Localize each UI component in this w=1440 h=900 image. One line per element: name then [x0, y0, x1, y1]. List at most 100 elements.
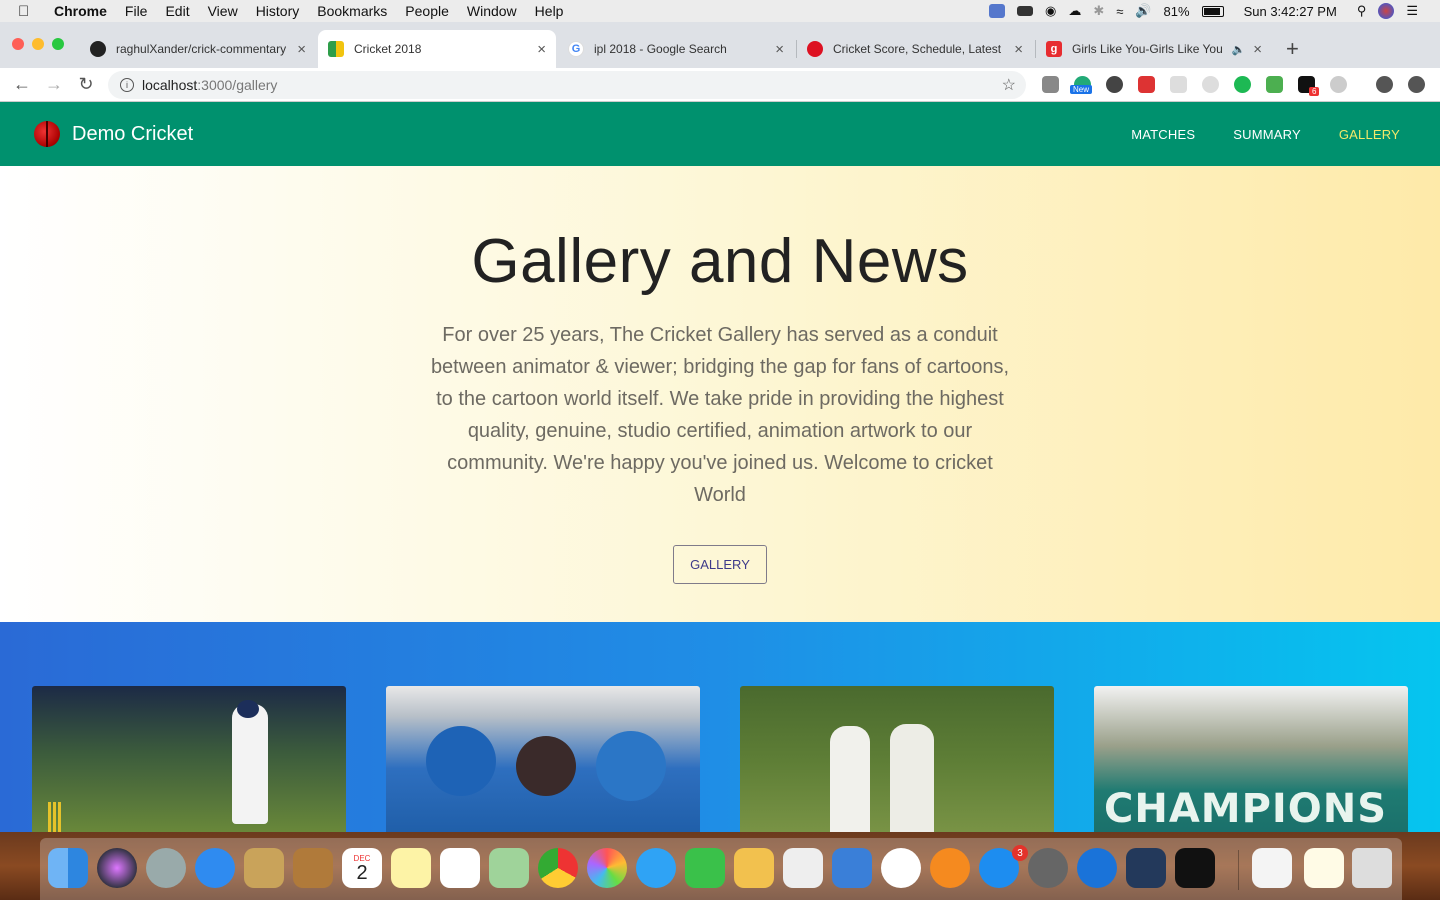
notes-document-icon[interactable] — [1304, 848, 1344, 888]
gallery-card-test-match[interactable] — [740, 686, 1054, 832]
calendar-icon[interactable]: DEC 2 — [342, 848, 382, 888]
gallery-button[interactable]: GALLERY — [673, 545, 767, 584]
status-app-icon[interactable] — [988, 4, 1005, 18]
menu-file[interactable]: File — [125, 3, 148, 19]
zoom-window-button[interactable] — [52, 38, 64, 50]
address-bar[interactable]: i localhost:3000/gallery ☆ — [108, 71, 1026, 99]
menu-people[interactable]: People — [405, 3, 449, 19]
apple-menu-icon[interactable]:  — [18, 3, 36, 20]
url-path: :3000/gallery — [197, 77, 278, 93]
macos-menu-bar:  Chrome File Edit View History Bookmark… — [0, 0, 1440, 22]
grey-extension-icon[interactable] — [1202, 76, 1219, 93]
player-head — [596, 731, 666, 801]
tab-label: Cricket Score, Schedule, Latest — [833, 42, 1002, 56]
close-tab-icon[interactable]: × — [1014, 41, 1023, 58]
close-window-button[interactable] — [12, 38, 24, 50]
teamviewer-icon[interactable] — [1077, 848, 1117, 888]
profile-avatar[interactable] — [1376, 76, 1393, 93]
circle-extension-icon[interactable] — [1330, 76, 1347, 93]
menu-bookmarks[interactable]: Bookmarks — [317, 3, 387, 19]
minimize-window-button[interactable] — [32, 38, 44, 50]
browser-tab-strip: raghulXander/crick-commentary × Cricket … — [0, 22, 1440, 68]
volume-icon[interactable]: 🔊 — [1135, 3, 1151, 19]
menu-help[interactable]: Help — [535, 3, 564, 19]
clock[interactable]: Sun 3:42:27 PM — [1244, 4, 1337, 19]
nav-matches[interactable]: MATCHES — [1131, 127, 1195, 142]
tab-label: Cricket 2018 — [354, 42, 422, 56]
siri-icon[interactable] — [1378, 3, 1395, 19]
tab-gaana[interactable]: g Girls Like You-Girls Like You 🔈 × — [1036, 30, 1272, 68]
ibooks-icon[interactable] — [930, 848, 970, 888]
terminal-icon[interactable] — [1175, 848, 1215, 888]
close-tab-icon[interactable]: × — [537, 41, 546, 58]
speedometer-extension-icon[interactable] — [1106, 76, 1123, 93]
messages-icon[interactable] — [636, 848, 676, 888]
finder-icon[interactable] — [48, 848, 88, 888]
site-brand[interactable]: Demo Cricket — [72, 123, 193, 146]
reload-icon[interactable]: ↻ — [70, 74, 102, 95]
grammarly-icon[interactable] — [1234, 76, 1251, 93]
system-preferences-icon[interactable] — [1028, 848, 1068, 888]
gallery-card-champions[interactable]: CHAMPIONS — [1094, 686, 1408, 832]
mail-icon[interactable] — [244, 848, 284, 888]
bookmark-star-icon[interactable]: ☆ — [1002, 75, 1016, 95]
contacts-icon[interactable] — [293, 848, 333, 888]
menu-view[interactable]: View — [208, 3, 238, 19]
itunes-icon[interactable] — [881, 848, 921, 888]
menu-history[interactable]: History — [256, 3, 300, 19]
status-sync-icon[interactable]: ◉ — [1045, 3, 1056, 19]
reminders-icon[interactable] — [440, 848, 480, 888]
update-icon[interactable] — [1408, 76, 1425, 93]
document-icon[interactable] — [1252, 848, 1292, 888]
red-extension-icon[interactable] — [1138, 76, 1155, 93]
tab-google-search[interactable]: G ipl 2018 - Google Search × — [558, 30, 794, 68]
trash-icon[interactable] — [1352, 848, 1392, 888]
photos-icon[interactable] — [587, 848, 627, 888]
hero-section: Gallery and News For over 25 years, The … — [0, 166, 1440, 622]
site-info-icon[interactable]: i — [120, 78, 134, 92]
gallery-card-team-huddle[interactable] — [386, 686, 700, 832]
spotlight-search-icon[interactable]: ⚲ — [1357, 3, 1367, 19]
notes-icon[interactable] — [391, 848, 431, 888]
print-extension-icon[interactable] — [1266, 76, 1283, 93]
chrome-icon[interactable] — [538, 848, 578, 888]
extension-badge: 6 — [1309, 87, 1320, 96]
status-drive-icon[interactable] — [1016, 6, 1033, 16]
numbers-icon[interactable] — [783, 848, 823, 888]
close-tab-icon[interactable]: × — [297, 41, 306, 58]
nav-gallery[interactable]: GALLERY — [1339, 127, 1400, 142]
audio-playing-icon[interactable]: 🔈 — [1232, 43, 1246, 56]
back-arrow-icon[interactable]: ← — [6, 74, 38, 95]
camera-extension-icon[interactable] — [1042, 76, 1059, 93]
gallery-card-batsman[interactable] — [32, 686, 346, 832]
battery-icon[interactable] — [1201, 5, 1224, 17]
facetime-icon[interactable] — [685, 848, 725, 888]
pages-icon[interactable] — [734, 848, 774, 888]
status-cloud-icon[interactable]: ☁ — [1068, 3, 1081, 19]
new-tab-button[interactable]: + — [1286, 36, 1299, 62]
maps-icon[interactable] — [489, 848, 529, 888]
forward-arrow-icon[interactable]: → — [38, 74, 70, 95]
menu-app-name[interactable]: Chrome — [54, 3, 107, 19]
wifi-icon[interactable]: ≈ — [1116, 4, 1123, 19]
menu-window[interactable]: Window — [467, 3, 517, 19]
tab-cricket-2018[interactable]: Cricket 2018 × — [318, 30, 556, 68]
launchpad-icon[interactable] — [146, 848, 186, 888]
tab-github[interactable]: raghulXander/crick-commentary × — [80, 30, 316, 68]
browser-toolbar: ← → ↻ i localhost:3000/gallery ☆ New 6 — [0, 68, 1440, 102]
bluetooth-icon[interactable]: ✱ — [1093, 3, 1104, 19]
close-tab-icon[interactable]: × — [775, 41, 784, 58]
cricket-ball-logo-icon[interactable] — [34, 121, 60, 147]
siri-icon[interactable] — [97, 848, 137, 888]
keynote-icon[interactable] — [832, 848, 872, 888]
nav-summary[interactable]: SUMMARY — [1233, 127, 1301, 142]
status-area: ◉ ☁ ✱ ≈ 🔊 81% Sun 3:42:27 PM ⚲ ☰ — [988, 0, 1440, 22]
vscode-icon[interactable] — [1126, 848, 1166, 888]
safari-icon[interactable] — [195, 848, 235, 888]
tab-cricbuzz[interactable]: Cricket Score, Schedule, Latest × — [797, 30, 1033, 68]
notification-center-icon[interactable]: ☰ — [1406, 3, 1418, 19]
site-navbar: Demo Cricket MATCHES SUMMARY GALLERY — [0, 102, 1440, 166]
close-tab-icon[interactable]: × — [1253, 41, 1262, 58]
menu-edit[interactable]: Edit — [165, 3, 189, 19]
json-extension-icon[interactable] — [1170, 76, 1187, 93]
